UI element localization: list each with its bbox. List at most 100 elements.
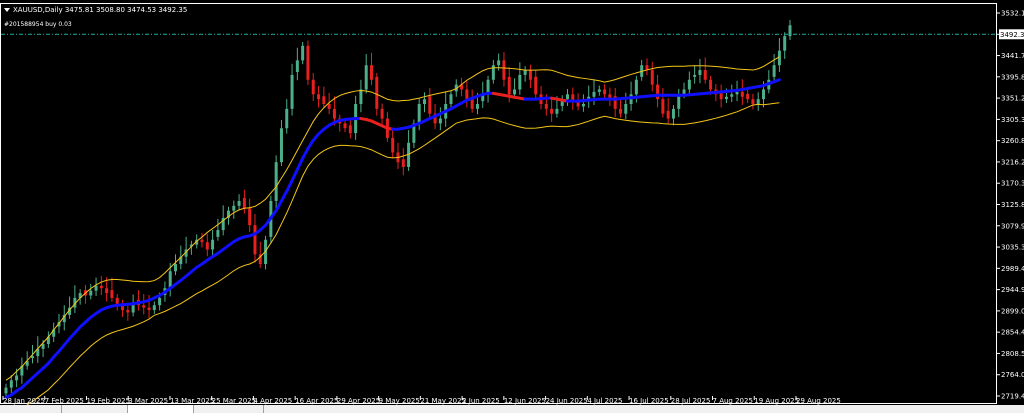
order-label[interactable]: #201588954 buy 0.03 <box>4 21 72 28</box>
candle-body <box>105 288 109 294</box>
candle-body <box>317 94 321 100</box>
x-tick-label: 2 Jun 2025 <box>462 397 500 405</box>
x-tick-label: 28 Jan 2025 <box>3 397 45 405</box>
candle-body <box>703 70 707 80</box>
candle-body <box>698 70 702 75</box>
candle-body <box>142 305 146 308</box>
ma-segment <box>285 179 294 193</box>
x-tick-label: 3 Mar 2025 <box>128 397 168 405</box>
price-axis[interactable]: 3532.15 3492.35 3441.70 3395.80 3351.25 3305.… <box>996 10 1024 401</box>
candle-body <box>661 99 665 114</box>
candle-body <box>475 104 479 109</box>
x-tick-label: 19 Feb 2025 <box>86 397 130 405</box>
candle-body <box>581 104 585 107</box>
x-tick-label: 7 Aug 2025 <box>713 397 753 405</box>
candle-body <box>592 91 596 97</box>
candle-body <box>311 79 315 95</box>
ma-segment <box>301 147 310 160</box>
candle-body <box>518 74 522 90</box>
candle-body <box>253 225 257 255</box>
candle-body <box>301 45 305 61</box>
y-tick-label: 3351.25 <box>1001 95 1024 103</box>
y-tick-label: 3395.80 <box>1001 73 1024 81</box>
candle-body <box>555 108 559 114</box>
x-tick-label: 28 Jul 2025 <box>671 397 711 405</box>
candle-body <box>94 285 98 291</box>
y-tick-label: 3532.15 <box>1001 10 1024 18</box>
candle-body <box>740 91 744 97</box>
candle-body <box>158 297 162 306</box>
x-tick-label: 7 Feb 2025 <box>45 397 84 405</box>
candle-body <box>756 99 760 105</box>
chart-window[interactable]: 3532.15 3492.35 3441.70 3395.80 3351.25 3305.… <box>0 0 1024 413</box>
candle-body <box>502 60 506 80</box>
x-tick-label: 24 Jun 2025 <box>546 397 588 405</box>
candle-body <box>216 230 220 237</box>
candle-body <box>380 108 384 119</box>
candle-body <box>248 208 252 226</box>
candle-body <box>709 79 713 90</box>
chart-tab-2[interactable] <box>62 405 128 413</box>
candle-body <box>772 65 776 77</box>
candle-body <box>624 104 628 114</box>
x-tick-label: 29 Apr 2025 <box>337 397 380 405</box>
chart-tab-4[interactable] <box>194 405 264 413</box>
candle-body <box>4 387 8 394</box>
candle-body <box>438 118 442 124</box>
candle-body <box>348 125 352 134</box>
candle-body <box>205 242 209 250</box>
candle-body <box>470 99 474 109</box>
time-axis[interactable]: 28 Jan 2025 7 Feb 2025 19 Feb 20253 Mar 20… <box>2 396 841 405</box>
chart-tab-1[interactable] <box>0 405 62 413</box>
candle-body <box>682 89 686 95</box>
candle-body <box>762 89 766 100</box>
candle-body <box>110 290 114 298</box>
candle-body <box>428 96 432 114</box>
candle-body <box>126 310 130 313</box>
candle-body <box>370 65 374 80</box>
candle-body <box>422 99 426 105</box>
candle-body <box>343 123 347 129</box>
candle-body <box>9 380 13 388</box>
x-tick-label: 19 Aug 2025 <box>754 397 799 405</box>
candle-body <box>687 79 691 90</box>
candle-body <box>417 104 421 124</box>
candle-body <box>242 198 246 209</box>
candle-body <box>783 36 787 51</box>
y-tick-label: 3260.80 <box>1001 137 1024 145</box>
chart-tabs-bar <box>0 405 1024 413</box>
candle-body <box>332 108 336 119</box>
candle-body <box>751 99 755 105</box>
x-tick-label: 16 Jul 2025 <box>629 397 669 405</box>
x-tick-label: 21 May 2025 <box>420 397 466 405</box>
triangle-down-icon[interactable] <box>4 8 10 12</box>
candle-body <box>544 104 548 109</box>
candle-body <box>671 108 675 119</box>
ma-segment <box>290 167 299 183</box>
candle-body <box>603 89 607 95</box>
candle-body <box>211 239 215 250</box>
candle-body <box>449 94 453 105</box>
x-tick-label: 4 Apr 2025 <box>253 397 292 405</box>
price-chart[interactable]: 3532.15 3492.35 3441.70 3395.80 3351.25 3305.… <box>0 0 1024 413</box>
candle-body <box>237 200 241 206</box>
x-tick-label: 12 Jun 2025 <box>504 397 546 405</box>
chart-header: XAUUSD,Daily 3475.81 3508.80 3474.53 349… <box>4 6 187 28</box>
candle-body <box>534 76 538 95</box>
candle-body <box>523 70 527 75</box>
candle-body <box>290 74 294 109</box>
candle-body <box>735 91 739 95</box>
candle-body <box>15 375 19 381</box>
candle-body <box>566 94 570 100</box>
ma-segment <box>295 156 305 171</box>
chart-tab-3[interactable] <box>128 405 194 413</box>
candles-group <box>4 19 792 398</box>
candle-body <box>693 74 697 77</box>
y-tick-label: 2944.90 <box>1001 286 1024 294</box>
x-tick-label: 9 May 2025 <box>379 397 420 405</box>
symbol-info: XAUUSD,Daily 3475.81 3508.80 3474.53 349… <box>13 6 187 14</box>
candle-body <box>295 60 299 73</box>
candle-body <box>285 108 289 129</box>
candle-body <box>465 89 469 100</box>
candle-body <box>730 94 734 97</box>
